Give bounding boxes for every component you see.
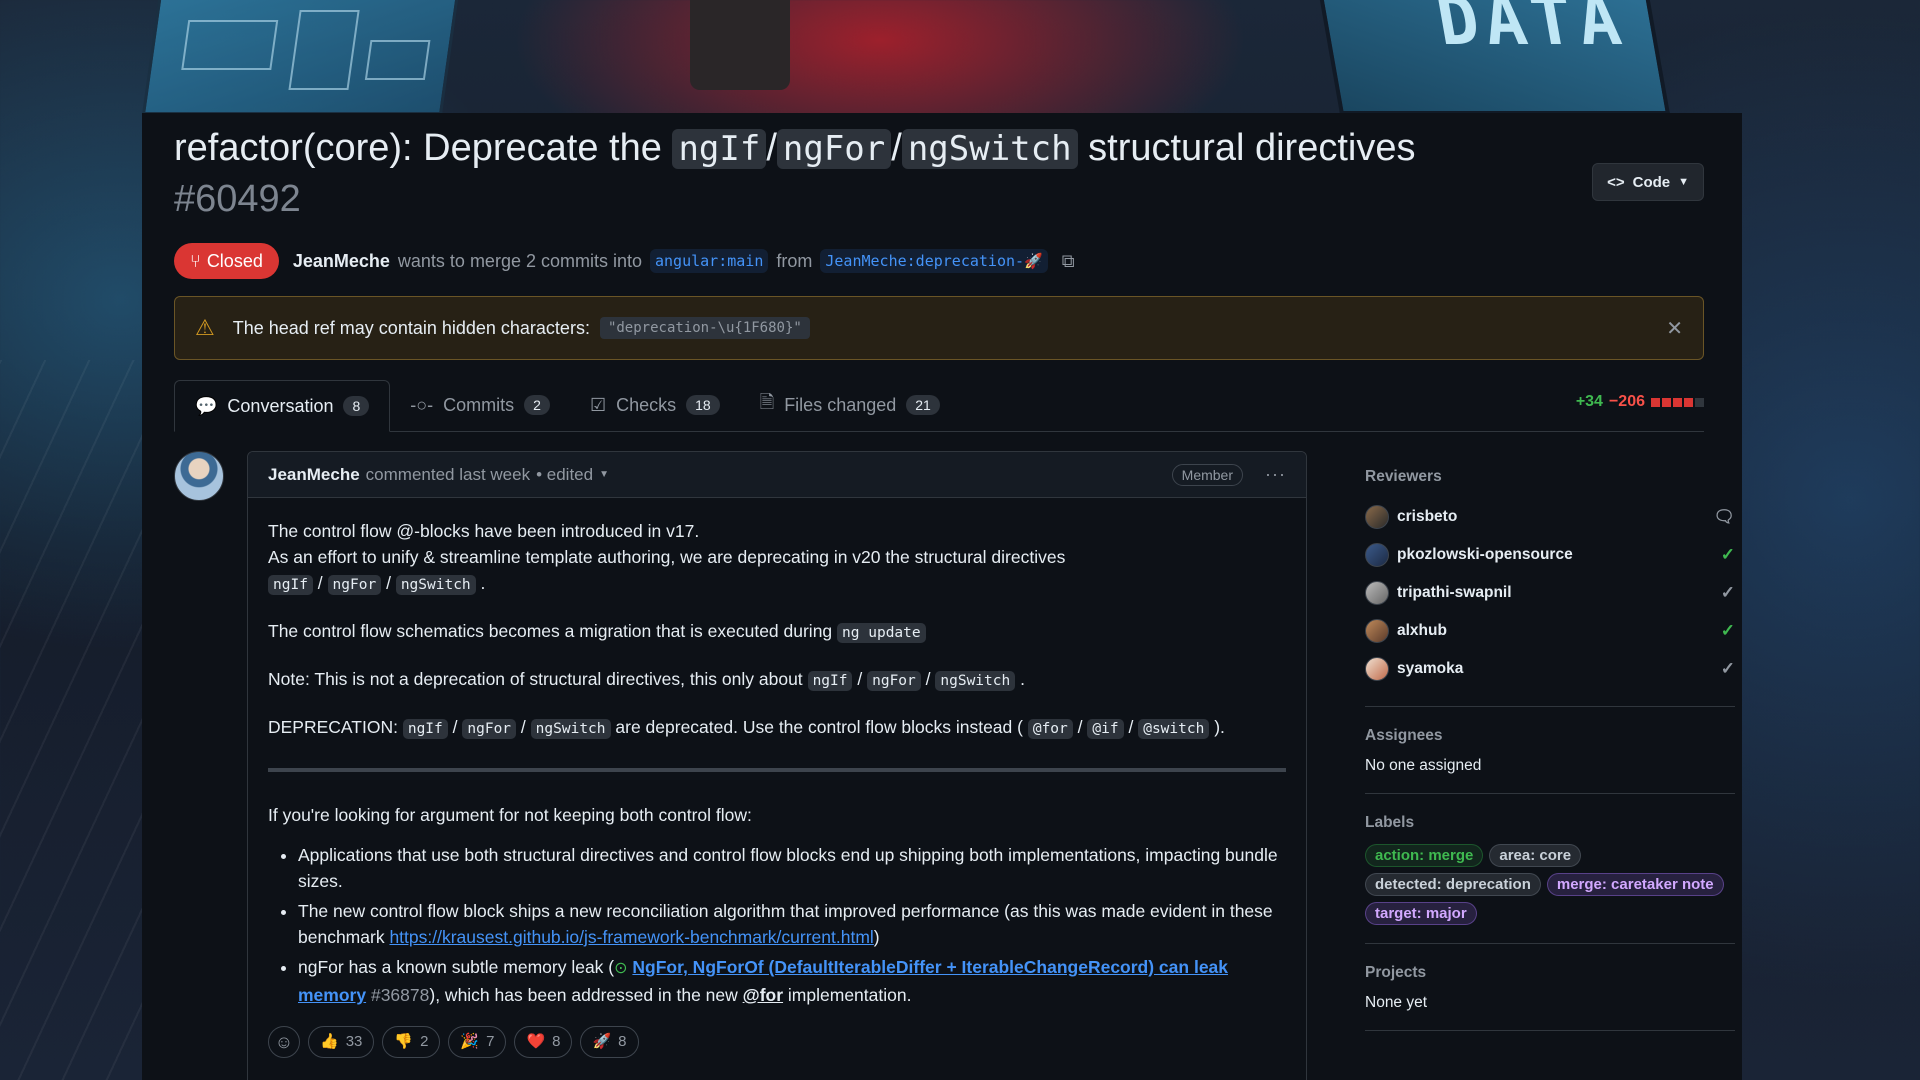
diffstat: +34 −206 xyxy=(1576,393,1704,411)
status-badge: ⑂ Closed xyxy=(174,243,279,279)
label-area-core[interactable]: area: core xyxy=(1489,844,1582,867)
avatar[interactable] xyxy=(174,451,224,501)
list-item: Applications that use both structural di… xyxy=(298,842,1286,894)
author-link[interactable]: JeanMeche xyxy=(293,251,390,272)
reaction-heart[interactable]: ❤️ 8 xyxy=(514,1026,573,1058)
pr-number: #60492 xyxy=(174,178,301,220)
projects-section: Projects None yet xyxy=(1365,964,1735,1031)
pr-description-comment: JeanMeche commented last week • edited ▼… xyxy=(247,451,1307,1080)
diffstat-bars xyxy=(1651,397,1704,407)
title-code-ngfor: ngFor xyxy=(776,129,892,169)
commit-icon: -○- xyxy=(410,394,434,415)
arguments-list: Applications that use both structural di… xyxy=(268,842,1286,1008)
issue-opened-icon: ⊙ xyxy=(614,960,628,977)
member-badge: Member xyxy=(1171,463,1244,486)
reviewer-item[interactable]: tripathi-swapnil ✓ xyxy=(1365,574,1735,612)
reviewer-item[interactable]: crisbeto 🗨 xyxy=(1365,498,1735,536)
paragraph-note: Note: This is not a deprecation of struc… xyxy=(268,669,1025,691)
alert-icon: ⚠ xyxy=(195,315,215,340)
caret-down-icon[interactable]: ▼ xyxy=(599,469,609,480)
list-item: ngFor has a known subtle memory leak (⊙ … xyxy=(298,954,1286,1008)
label-detected-deprecation[interactable]: detected: deprecation xyxy=(1365,873,1541,896)
avatar xyxy=(1365,543,1389,567)
reaction-thumbs-up[interactable]: 👍 33 xyxy=(308,1026,375,1058)
background-mug xyxy=(690,0,790,90)
pr-tabs: 💬 Conversation 8 -○- Commits 2 ☑ Checks … xyxy=(174,380,1704,432)
code-button[interactable]: <> Code ▼ xyxy=(1592,163,1704,201)
background-monitor-left xyxy=(141,0,459,115)
copy-icon[interactable]: ⧉ xyxy=(1062,251,1075,272)
comment-body: The control flow @-blocks have been intr… xyxy=(248,498,1306,1078)
code-icon: <> xyxy=(1607,173,1625,191)
reaction-tada[interactable]: 🎉 7 xyxy=(448,1026,507,1058)
pull-request-closed-icon: ⑂ xyxy=(190,250,201,271)
assignees-section: Assignees No one assigned xyxy=(1365,727,1735,794)
title-code-ngif: ngIf xyxy=(672,129,767,169)
comment-author[interactable]: JeanMeche xyxy=(268,465,360,485)
mention-link[interactable]: @for xyxy=(743,985,783,1005)
tab-checks[interactable]: ☑ Checks 18 xyxy=(570,379,740,431)
reviewer-item[interactable]: pkozlowski-opensource ✓ xyxy=(1365,536,1735,574)
reviewer-item[interactable]: alxhub ✓ xyxy=(1365,612,1735,650)
checklist-icon: ☑ xyxy=(589,394,607,415)
check-icon: ✓ xyxy=(1720,583,1735,602)
labels-title[interactable]: Labels xyxy=(1365,814,1735,832)
reaction-rocket[interactable]: 🚀 8 xyxy=(580,1026,639,1058)
comment-header: JeanMeche commented last week • edited ▼… xyxy=(248,452,1306,498)
reactions-bar: ☺ 👍 33 👎 2 🎉 7 ❤️ 8 🚀 8 xyxy=(268,1026,1286,1058)
avatar xyxy=(1365,619,1389,643)
divider xyxy=(268,768,1286,772)
tab-conversation[interactable]: 💬 Conversation 8 xyxy=(174,380,391,432)
reviewers-section: Reviewers crisbeto 🗨 pkozlowski-opensour… xyxy=(1365,468,1735,707)
label-action-merge[interactable]: action: merge xyxy=(1365,844,1484,867)
check-icon: ✓ xyxy=(1720,659,1735,678)
base-branch[interactable]: angular:main xyxy=(650,249,769,273)
comment-discussion-icon: 💬 xyxy=(195,395,218,416)
reviewer-item[interactable]: syamoka ✓ xyxy=(1365,650,1735,688)
labels-section: Labels action: merge area: core detected… xyxy=(1365,814,1735,944)
pr-meta: ⑂ Closed JeanMeche wants to merge 2 comm… xyxy=(174,243,1075,279)
paragraph-deprecation: DEPRECATION: ngIf / ngFor / ngSwitch are… xyxy=(268,717,1225,739)
list-item: The new control flow block ships a new r… xyxy=(298,898,1286,950)
labels-list: action: merge area: core detected: depre… xyxy=(1365,844,1735,925)
kebab-menu-icon[interactable]: ··· xyxy=(1265,464,1286,485)
check-icon: ✓ xyxy=(1720,545,1735,564)
reaction-thumbs-down[interactable]: 👎 2 xyxy=(382,1026,441,1058)
paragraph-intro: The control flow @-blocks have been intr… xyxy=(268,521,1066,595)
check-icon: ✓ xyxy=(1720,621,1735,640)
pull-request-panel: refactor(core): Deprecate the ngIf / ngFor… xyxy=(142,113,1742,1080)
background-monitor-right: DATA xyxy=(1319,0,1671,115)
warning-code: "deprecation-\u{1F680}" xyxy=(599,317,810,339)
background-desk xyxy=(0,360,150,1080)
comment-icon: 🗨 xyxy=(1713,507,1735,526)
tab-commits[interactable]: -○- Commits 2 xyxy=(390,379,570,431)
sidebar: Reviewers crisbeto 🗨 pkozlowski-opensour… xyxy=(1365,468,1735,1051)
paragraph-schematics: The control flow schematics becomes a mi… xyxy=(268,618,1286,646)
head-branch[interactable]: JeanMeche:deprecation-🚀 xyxy=(820,249,1048,273)
close-icon[interactable]: ✕ xyxy=(1666,316,1683,341)
avatar xyxy=(1365,657,1389,681)
hidden-characters-warning: ⚠ The head ref may contain hidden charac… xyxy=(174,296,1704,360)
assignees-title[interactable]: Assignees xyxy=(1365,727,1735,745)
avatar xyxy=(1365,505,1389,529)
page-title: refactor(core): Deprecate the ngIf / ngFor… xyxy=(174,127,1416,220)
add-reaction-icon[interactable]: ☺ xyxy=(268,1026,300,1058)
label-merge-caretaker-note[interactable]: merge: caretaker note xyxy=(1546,873,1724,896)
title-code-ngswitch: ngSwitch xyxy=(901,129,1078,169)
tab-files-changed[interactable]: 🗎 Files changed 21 xyxy=(740,379,960,431)
pr-header: refactor(core): Deprecate the ngIf / ngFor… xyxy=(174,123,1735,1080)
projects-title[interactable]: Projects xyxy=(1365,964,1735,982)
file-diff-icon: 🗎 xyxy=(759,392,775,412)
reviewers-title[interactable]: Reviewers xyxy=(1365,468,1735,486)
avatar xyxy=(1365,581,1389,605)
caret-down-icon: ▼ xyxy=(1678,176,1689,188)
benchmark-link[interactable]: https://krausest.github.io/js-framework-… xyxy=(389,927,873,947)
label-target-major[interactable]: target: major xyxy=(1365,902,1477,925)
paragraph-arguments: If you're looking for argument for not k… xyxy=(268,805,752,825)
